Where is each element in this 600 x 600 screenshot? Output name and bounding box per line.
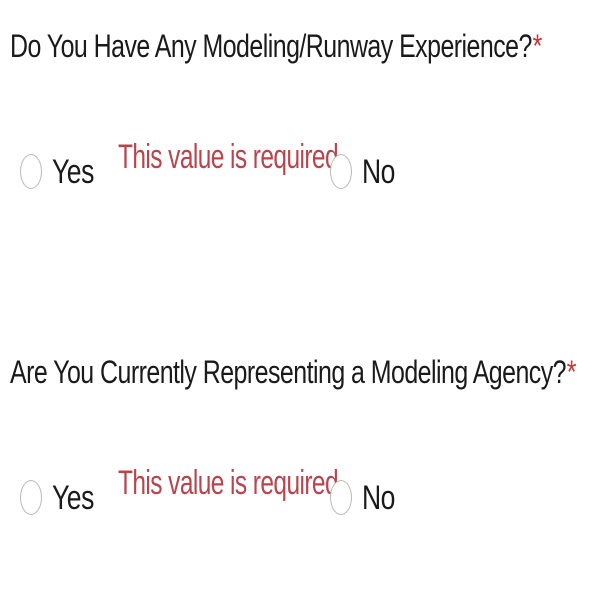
radio-label-yes: Yes	[52, 478, 94, 517]
radio-group-modeling-experience: Yes This value is required. No	[10, 140, 595, 234]
radio-button-no[interactable]	[330, 154, 352, 189]
question-label: Are You Currently Representing a Modelin…	[10, 354, 577, 390]
question-modeling-agency: Are You Currently Representing a Modelin…	[10, 356, 595, 560]
radio-button-yes[interactable]	[20, 480, 42, 515]
radio-group-modeling-agency: Yes This value is required. No	[10, 466, 595, 560]
radio-label-yes: Yes	[52, 152, 94, 191]
validation-error-message: This value is required.	[118, 464, 345, 502]
question-text: Do You Have Any Modeling/Runway Experien…	[10, 28, 532, 64]
question-text: Are You Currently Representing a Modelin…	[10, 354, 567, 390]
question-label: Do You Have Any Modeling/Runway Experien…	[10, 30, 542, 62]
validation-error-message: This value is required.	[118, 138, 345, 176]
radio-button-yes[interactable]	[20, 154, 42, 189]
radio-option-yes[interactable]: Yes	[20, 154, 106, 189]
radio-option-yes[interactable]: Yes	[20, 480, 106, 515]
required-marker: *	[532, 28, 543, 64]
question-modeling-experience: Do You Have Any Modeling/Runway Experien…	[10, 30, 595, 234]
radio-button-no[interactable]	[330, 480, 352, 515]
radio-option-no[interactable]: No	[330, 154, 404, 189]
radio-label-no: No	[362, 152, 395, 191]
radio-option-no[interactable]: No	[330, 480, 404, 515]
radio-label-no: No	[362, 478, 395, 517]
required-marker: *	[566, 354, 577, 390]
